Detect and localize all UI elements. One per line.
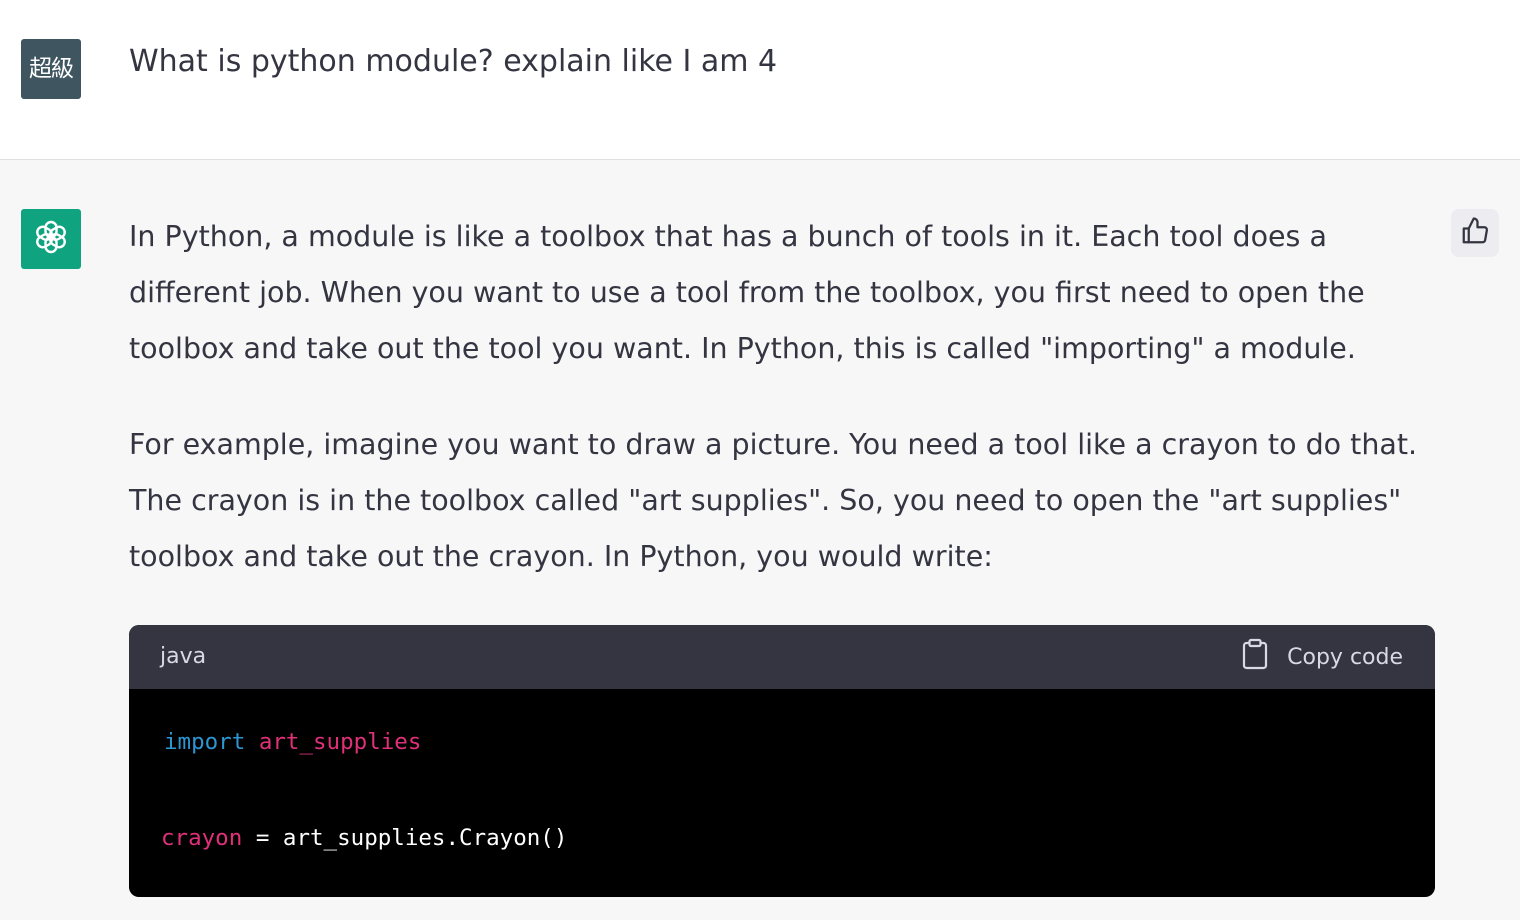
code-block-header: java Copy code [129,625,1435,689]
thumbs-up-button[interactable] [1451,209,1499,257]
thumbs-up-icon [1460,216,1490,250]
code-expression: = art_supplies.Crayon() [242,825,568,851]
paragraph-line: toolbox and take out the crayon. In Pyth… [129,540,993,573]
paragraph-line: For example, imagine you want to draw a … [129,428,1418,461]
paragraph-line: different job. When you want to use a to… [129,276,1365,309]
paragraph-line: In Python, a module is like a toolbox th… [129,220,1327,253]
assistant-avatar [21,209,81,269]
copy-code-button[interactable]: Copy code [1241,625,1403,689]
user-avatar: 超級 [21,39,81,99]
code-block: java Copy code import art_supplies crayo… [129,625,1435,897]
code-module-name: art_supplies [258,729,422,755]
clipboard-icon [1241,638,1269,676]
assistant-message-row: In Python, a module is like a toolbox th… [0,160,1520,920]
paragraph-line: toolbox and take out the tool you want. … [129,332,1356,365]
openai-logo-icon [31,217,71,261]
code-line-2: crayon = art_supplies.Crayon() [161,825,567,851]
code-variable: crayon [161,825,243,851]
response-paragraph-2: For example, imagine you want to draw a … [129,417,1439,585]
paragraph-line: The crayon is in the toolbox called "art… [129,484,1402,517]
response-paragraph-1: In Python, a module is like a toolbox th… [129,209,1439,377]
user-message-text: What is python module? explain like I am… [129,44,778,79]
copy-code-label: Copy code [1287,644,1403,670]
user-message-row: 超級 What is python module? explain like I… [0,0,1520,160]
code-language-label: java [160,644,207,669]
chat-page: 超級 What is python module? explain like I… [0,0,1520,920]
code-keyword: import [164,729,246,755]
code-line-1: import art_supplies [164,729,421,755]
